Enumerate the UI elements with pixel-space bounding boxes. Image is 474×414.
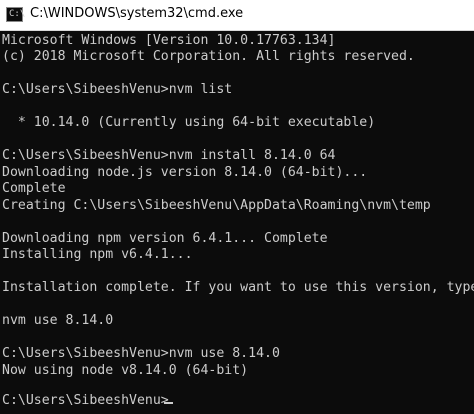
- console-line: C:\Users\SibeeshVenu>nvm list: [2, 82, 233, 97]
- cmd-window: C:\ C:\WINDOWS\system32\cmd.exe Microsof…: [0, 0, 474, 414]
- console-line: C:\Users\SibeeshVenu>nvm install 8.14.0 …: [2, 148, 336, 163]
- console-line: Downloading npm version 6.4.1... Complet…: [2, 231, 328, 246]
- prompt-line[interactable]: C:\Users\SibeeshVenu>: [2, 393, 169, 409]
- console-line: Microsoft Windows [Version 10.0.17763.13…: [2, 33, 336, 48]
- console-output[interactable]: Microsoft Windows [Version 10.0.17763.13…: [0, 31, 474, 414]
- console-line: Complete: [2, 181, 66, 196]
- console-line: (c) 2018 Microsoft Corporation. All righ…: [2, 49, 415, 64]
- cmd-icon-glyph: C:\: [9, 9, 26, 19]
- console-line: Installing npm v6.4.1...: [2, 247, 193, 262]
- title-bar[interactable]: C:\ C:\WINDOWS\system32\cmd.exe: [0, 0, 474, 31]
- console-line: Downloading node.js version 8.14.0 (64-b…: [2, 165, 368, 180]
- console-line: * 10.14.0 (Currently using 64-bit execut…: [2, 115, 376, 130]
- console-line: Creating C:\Users\SibeeshVenu\AppData\Ro…: [2, 198, 431, 213]
- text-cursor: [164, 402, 173, 404]
- console-line: nvm use 8.14.0: [2, 313, 114, 328]
- console-line: Now using node v8.14.0 (64-bit): [2, 363, 249, 378]
- console-line: C:\Users\SibeeshVenu>nvm use 8.14.0: [2, 346, 280, 361]
- cmd-icon: C:\: [6, 7, 26, 22]
- console-line: Installation complete. If you want to us…: [2, 280, 474, 295]
- window-title: C:\WINDOWS\system32\cmd.exe: [30, 6, 244, 21]
